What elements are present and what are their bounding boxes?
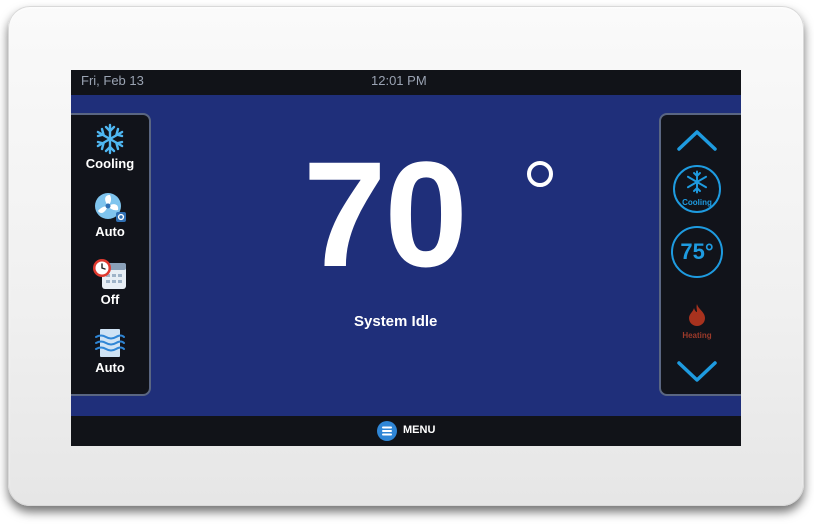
- cooling-setpoint-button[interactable]: Cooling: [673, 165, 721, 213]
- setpoint-panel: Cooling 75° Heating: [659, 113, 741, 396]
- schedule-label: Off: [100, 292, 120, 307]
- snowflake-icon: [686, 170, 708, 194]
- schedule-button[interactable]: Off: [73, 257, 147, 307]
- degree-symbol: [527, 161, 553, 187]
- snowflake-icon: [96, 123, 124, 155]
- humidity-button[interactable]: Auto: [73, 327, 147, 375]
- system-mode-label: Cooling: [85, 156, 135, 171]
- flame-icon: [689, 304, 705, 326]
- system-status: System Idle: [354, 313, 438, 330]
- status-bar: Fri, Feb 13 12:01 PM: [71, 70, 741, 95]
- menu-icon: [377, 421, 397, 441]
- main-display: Cooling Auto Off Auto 70 System Idle Coo…: [71, 95, 741, 416]
- system-mode-button[interactable]: Cooling: [73, 123, 147, 171]
- humidity-icon: [95, 329, 125, 357]
- date-display: Fri, Feb 13: [81, 73, 144, 88]
- temp-down-arrow-icon[interactable]: [675, 359, 719, 385]
- mode-panel: Cooling Auto Off Auto: [71, 113, 151, 396]
- menu-label: MENU: [403, 424, 436, 436]
- cooling-setpoint-label: Cooling: [682, 198, 712, 207]
- fan-mode-label: Auto: [95, 224, 125, 239]
- thermostat-screen: Fri, Feb 13 12:01 PM Cooling Auto Off Au…: [71, 70, 741, 446]
- temp-up-arrow-icon[interactable]: [675, 127, 719, 153]
- heating-label: Heating: [682, 331, 712, 340]
- fan-icon: [95, 193, 126, 222]
- menu-bar: MENU: [71, 416, 741, 446]
- time-display: 12:01 PM: [371, 73, 427, 88]
- heating-setpoint-button[interactable]: Heating: [675, 303, 719, 340]
- setpoint-display[interactable]: 75°: [671, 226, 723, 278]
- humidity-label: Auto: [95, 360, 125, 375]
- schedule-clock-icon: [93, 259, 126, 289]
- setpoint-value: 75°: [680, 239, 714, 264]
- fan-mode-button[interactable]: Auto: [73, 191, 147, 239]
- current-temperature: 70: [303, 130, 468, 298]
